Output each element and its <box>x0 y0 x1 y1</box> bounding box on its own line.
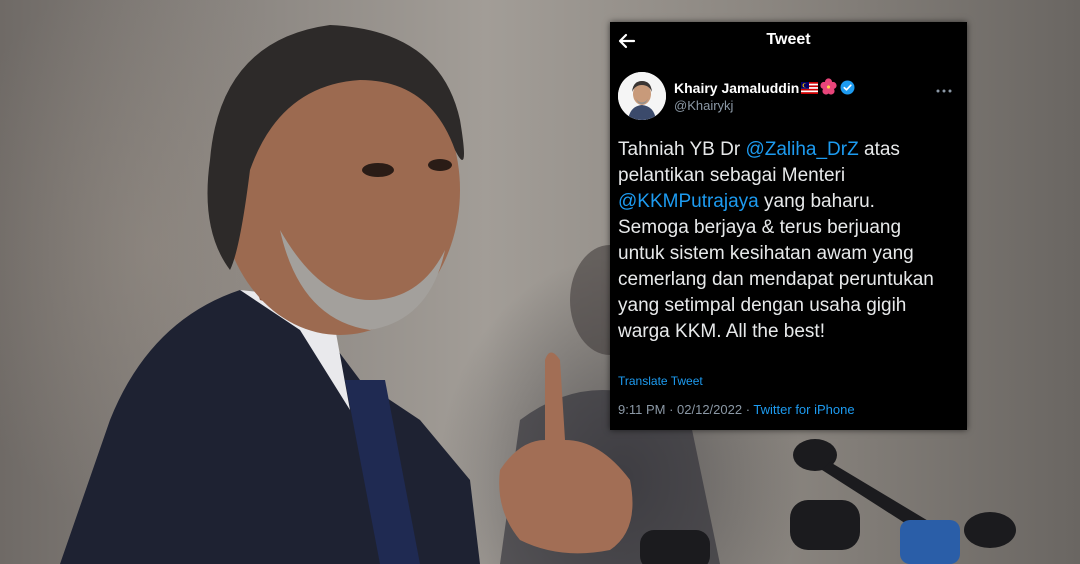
tweet-card: Tweet Khairy Jamaluddin @Khairykj Tahnia… <box>610 22 967 430</box>
more-options-icon[interactable] <box>935 82 953 93</box>
tweet-text-line: pelantikan sebagai Menteri <box>618 165 846 186</box>
mention-link[interactable]: @Zaliha_DrZ <box>745 139 858 160</box>
tweet-text-segment: Tahniah YB Dr <box>618 139 746 160</box>
tweet-text-line: yang setimpal dengan usaha gigih <box>618 295 907 316</box>
tweet-text-line: warga KKM. All the best! <box>618 321 825 342</box>
tweet-text-line: cemerlang dan mendapat peruntukan <box>618 269 934 290</box>
meta-separator: · <box>742 402 754 417</box>
tweet-time[interactable]: 9:11 PM <box>618 402 665 417</box>
tweet-text-segment: atas <box>858 139 900 160</box>
tweet-meta: 9:11 PM · 02/12/2022 · Twitter for iPhon… <box>618 402 855 417</box>
tweet-text-segment: yang baharu. <box>758 191 875 212</box>
verified-badge-icon <box>840 80 855 95</box>
meta-separator: · <box>665 402 678 417</box>
tweet-date[interactable]: 02/12/2022 <box>677 402 742 417</box>
tweet-text-line: untuk sistem kesihatan awam yang <box>618 243 914 264</box>
author-name[interactable]: Khairy Jamaluddin <box>674 80 799 96</box>
tweet-text: Tahniah YB Dr @Zaliha_DrZ atas pelantika… <box>618 137 958 345</box>
tweet-text-line: Semoga berjaya & terus berjuang <box>618 217 902 238</box>
author-handle[interactable]: @Khairykj <box>674 98 733 113</box>
tweet-header: Tweet <box>610 22 967 58</box>
avatar[interactable] <box>618 72 666 120</box>
tweet-source-link[interactable]: Twitter for iPhone <box>753 402 854 417</box>
header-title: Tweet <box>766 31 811 48</box>
translate-tweet-link[interactable]: Translate Tweet <box>618 374 703 388</box>
malaysia-flag-icon <box>801 81 818 94</box>
hibiscus-icon <box>820 78 837 95</box>
mention-link[interactable]: @KKMPutrajaya <box>618 191 759 212</box>
